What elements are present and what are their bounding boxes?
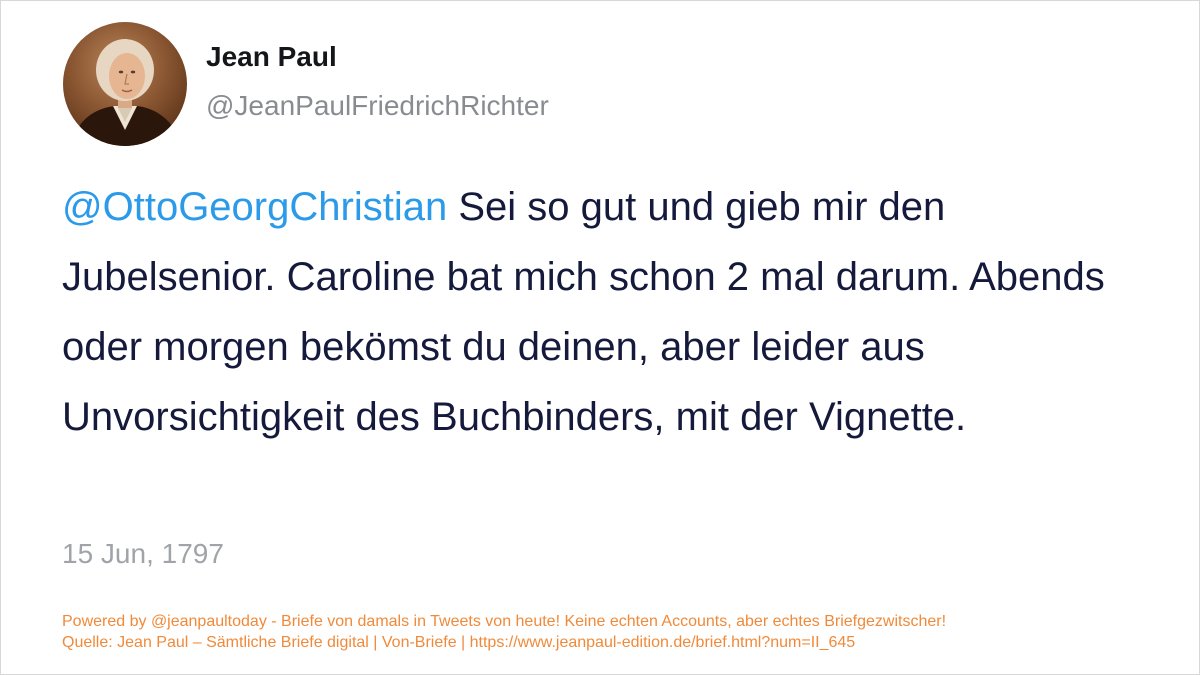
portrait-icon	[71, 39, 181, 146]
mention-link[interactable]: @OttoGeorgChristian	[62, 185, 447, 229]
tweet-card: Jean Paul @JeanPaulFriedrichRichter @Ott…	[0, 0, 1200, 675]
user-handle[interactable]: @JeanPaulFriedrichRichter	[206, 90, 549, 122]
footer-source: Quelle: Jean Paul – Sämtliche Briefe dig…	[62, 634, 856, 651]
tweet-text: @OttoGeorgChristian Sei so gut und gieb …	[62, 172, 1132, 452]
display-name[interactable]: Jean Paul	[206, 41, 337, 73]
avatar[interactable]	[63, 22, 187, 146]
footer: Powered by @jeanpaultoday - Briefe von d…	[62, 611, 946, 653]
tweet-date: 15 Jun, 1797	[62, 538, 224, 569]
footer-credit: Powered by @jeanpaultoday - Briefe von d…	[62, 613, 947, 630]
